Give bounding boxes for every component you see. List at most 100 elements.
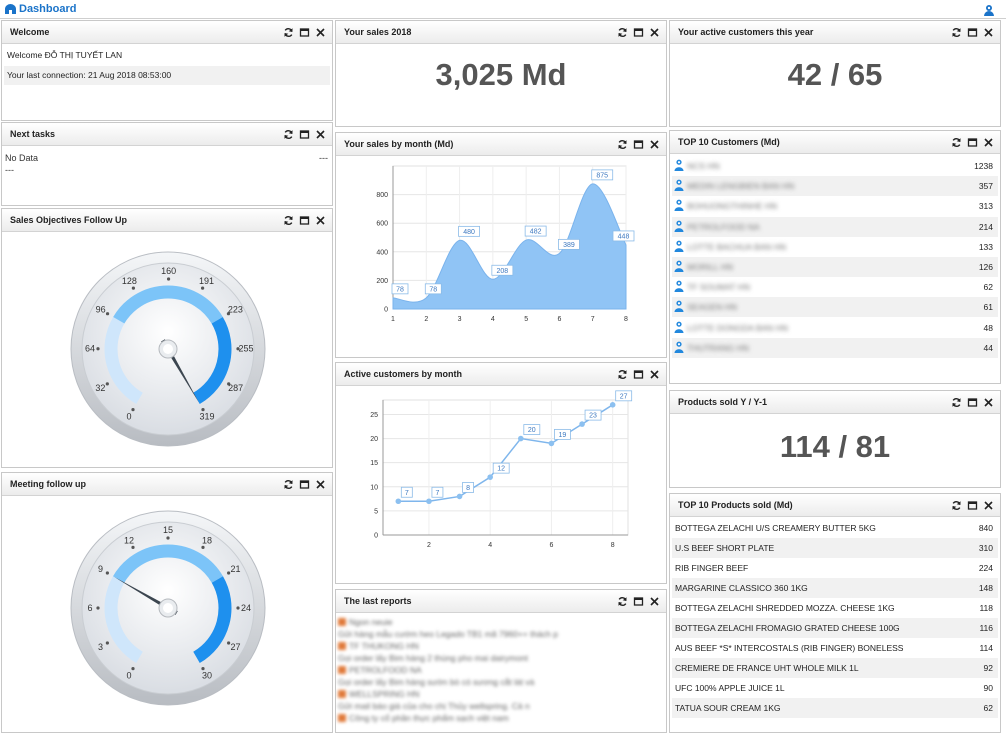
maximize-icon[interactable] (299, 479, 310, 490)
refresh-icon[interactable] (951, 27, 962, 38)
close-icon[interactable] (315, 27, 326, 38)
refresh-icon[interactable] (283, 129, 294, 140)
report-text: Gọi order lấy Bim hàng sườn bò có sương … (338, 677, 534, 687)
maximize-icon[interactable] (299, 27, 310, 38)
gauge-tick-label: 0 (126, 671, 131, 681)
report-item[interactable]: TF THUKONG HN (338, 641, 664, 651)
next-tasks-panel: Next tasks No Data --- --- (1, 122, 333, 206)
customer-row[interactable]: THUTRANG HN44 (672, 338, 998, 358)
x-tick-label: 4 (491, 316, 495, 323)
maximize-icon[interactable] (299, 215, 310, 226)
maximize-icon[interactable] (633, 139, 644, 150)
panel-header: TOP 10 Customers (Md) (670, 131, 1000, 154)
refresh-icon[interactable] (951, 137, 962, 148)
report-item[interactable]: Công ty cổ phần thực phẩm sạch việt nam (338, 713, 664, 723)
product-row[interactable]: U.S BEEF SHORT PLATE310 (672, 538, 998, 558)
data-point[interactable] (396, 498, 402, 504)
close-icon[interactable] (983, 397, 994, 408)
sales-2018-panel: Your sales 2018 3,025 Md (335, 20, 667, 127)
refresh-icon[interactable] (283, 215, 294, 226)
data-label: 208 (497, 268, 509, 275)
panel-header: The last reports (336, 590, 666, 613)
refresh-icon[interactable] (617, 596, 628, 607)
product-name: TATUA SOUR CREAM 1KG (675, 703, 780, 713)
maximize-icon[interactable] (967, 500, 978, 511)
customer-row[interactable]: TF SOUMAT HN62 (672, 277, 998, 297)
maximize-icon[interactable] (299, 129, 310, 140)
customer-row[interactable]: LOTTE DONGDA BAN HN48 (672, 318, 998, 338)
maximize-icon[interactable] (967, 397, 978, 408)
active-customers-value: 42 / 65 (670, 57, 1000, 93)
customer-name: BOHUONGTHINHE HN (687, 201, 777, 211)
maximize-icon[interactable] (633, 27, 644, 38)
product-row[interactable]: CREMIERE DE FRANCE UHT WHOLE MILK 1L92 (672, 658, 998, 678)
close-icon[interactable] (649, 139, 660, 150)
customer-row[interactable]: MORILL HN126 (672, 257, 998, 277)
data-point[interactable] (487, 474, 493, 480)
close-icon[interactable] (315, 129, 326, 140)
close-icon[interactable] (983, 137, 994, 148)
close-icon[interactable] (315, 215, 326, 226)
report-item[interactable]: Gửi hàng mẫu cướm heo Legado TB1 mã 7960… (338, 629, 664, 639)
close-icon[interactable] (983, 500, 994, 511)
report-item[interactable]: Gọi order lấy Bim hàng sườn bò có sương … (338, 677, 664, 687)
report-item[interactable]: Gửi mail báo giá của cho chị Thủy wellsp… (338, 701, 664, 711)
close-icon[interactable] (983, 27, 994, 38)
refresh-icon[interactable] (951, 500, 962, 511)
customer-row[interactable]: BOHUONGTHINHE HN 313 (672, 196, 998, 216)
top10-customers-panel: TOP 10 Customers (Md) NCS HN1238MEDIN LE… (669, 130, 1001, 384)
product-row[interactable]: MARGARINE CLASSICO 360 1KG148 (672, 578, 998, 598)
maximize-icon[interactable] (633, 369, 644, 380)
refresh-icon[interactable] (951, 397, 962, 408)
product-row[interactable]: BOTTEGA ZELACHI SHREDDED MOZZA. CHEESE 1… (672, 598, 998, 618)
data-point[interactable] (610, 402, 616, 408)
gauge-tick (106, 571, 109, 574)
customer-row[interactable]: LOTTE BACHUA BAN HN133 (672, 237, 998, 257)
customer-value: 313 (979, 201, 993, 211)
gauge-tick (166, 536, 169, 539)
report-item[interactable]: Ngon neuie (338, 617, 664, 627)
report-item[interactable]: WELLSPRING HN (338, 689, 664, 699)
refresh-icon[interactable] (617, 369, 628, 380)
close-icon[interactable] (649, 369, 660, 380)
gauge-tick (131, 408, 134, 411)
dashboard-logo-icon[interactable] (4, 4, 17, 15)
product-row[interactable]: AUS BEEF *S* INTERCOSTALS (RIB FINGER) B… (672, 638, 998, 658)
customer-icon (674, 179, 684, 191)
data-point[interactable] (579, 421, 585, 427)
customer-icon (674, 321, 684, 333)
maximize-icon[interactable] (967, 137, 978, 148)
customer-row[interactable]: SEAGEN HN61 (672, 297, 998, 317)
close-icon[interactable] (315, 479, 326, 490)
customer-name: TF SOUMAT HN (687, 282, 750, 292)
product-row[interactable]: TATUA SOUR CREAM 1KG62 (672, 698, 998, 718)
report-item[interactable]: PETROLFOOD NA (338, 665, 664, 675)
data-point[interactable] (518, 436, 524, 442)
sales-objectives-gauge: 0326496128160191223255287319 (2, 233, 332, 468)
refresh-icon[interactable] (617, 27, 628, 38)
app-title[interactable]: Dashboard (19, 3, 76, 15)
x-tick-label: 6 (557, 316, 561, 323)
customer-row[interactable]: NCS HN1238 (672, 156, 998, 176)
user-menu-icon[interactable] (983, 4, 995, 16)
customer-row[interactable]: MEDIN LENGBIEN BAN HN357 (672, 176, 998, 196)
maximize-icon[interactable] (633, 596, 644, 607)
close-icon[interactable] (649, 27, 660, 38)
refresh-icon[interactable] (283, 479, 294, 490)
report-item[interactable]: Gọi order lấy Bim hàng 2 thùng pho mai d… (338, 653, 664, 663)
x-tick-label: 2 (424, 316, 428, 323)
close-icon[interactable] (649, 596, 660, 607)
product-row[interactable]: RIB FINGER BEEF224 (672, 558, 998, 578)
customer-row[interactable]: PETROLFOOD NA214 (672, 217, 998, 237)
product-row[interactable]: BOTTEGA ZELACHI U/S CREAMERY BUTTER 5KG8… (672, 518, 998, 538)
gauge-tick-label: 9 (98, 564, 103, 574)
maximize-icon[interactable] (967, 27, 978, 38)
refresh-icon[interactable] (617, 139, 628, 150)
product-row[interactable]: BOTTEGA ZELACHI FROMAGIO GRATED CHEESE 1… (672, 618, 998, 638)
data-point[interactable] (457, 494, 463, 500)
customer-icon (674, 220, 684, 232)
data-point[interactable] (549, 441, 555, 447)
refresh-icon[interactable] (283, 27, 294, 38)
product-row[interactable]: UFC 100% APPLE JUICE 1L90 (672, 678, 998, 698)
data-point[interactable] (426, 498, 432, 504)
